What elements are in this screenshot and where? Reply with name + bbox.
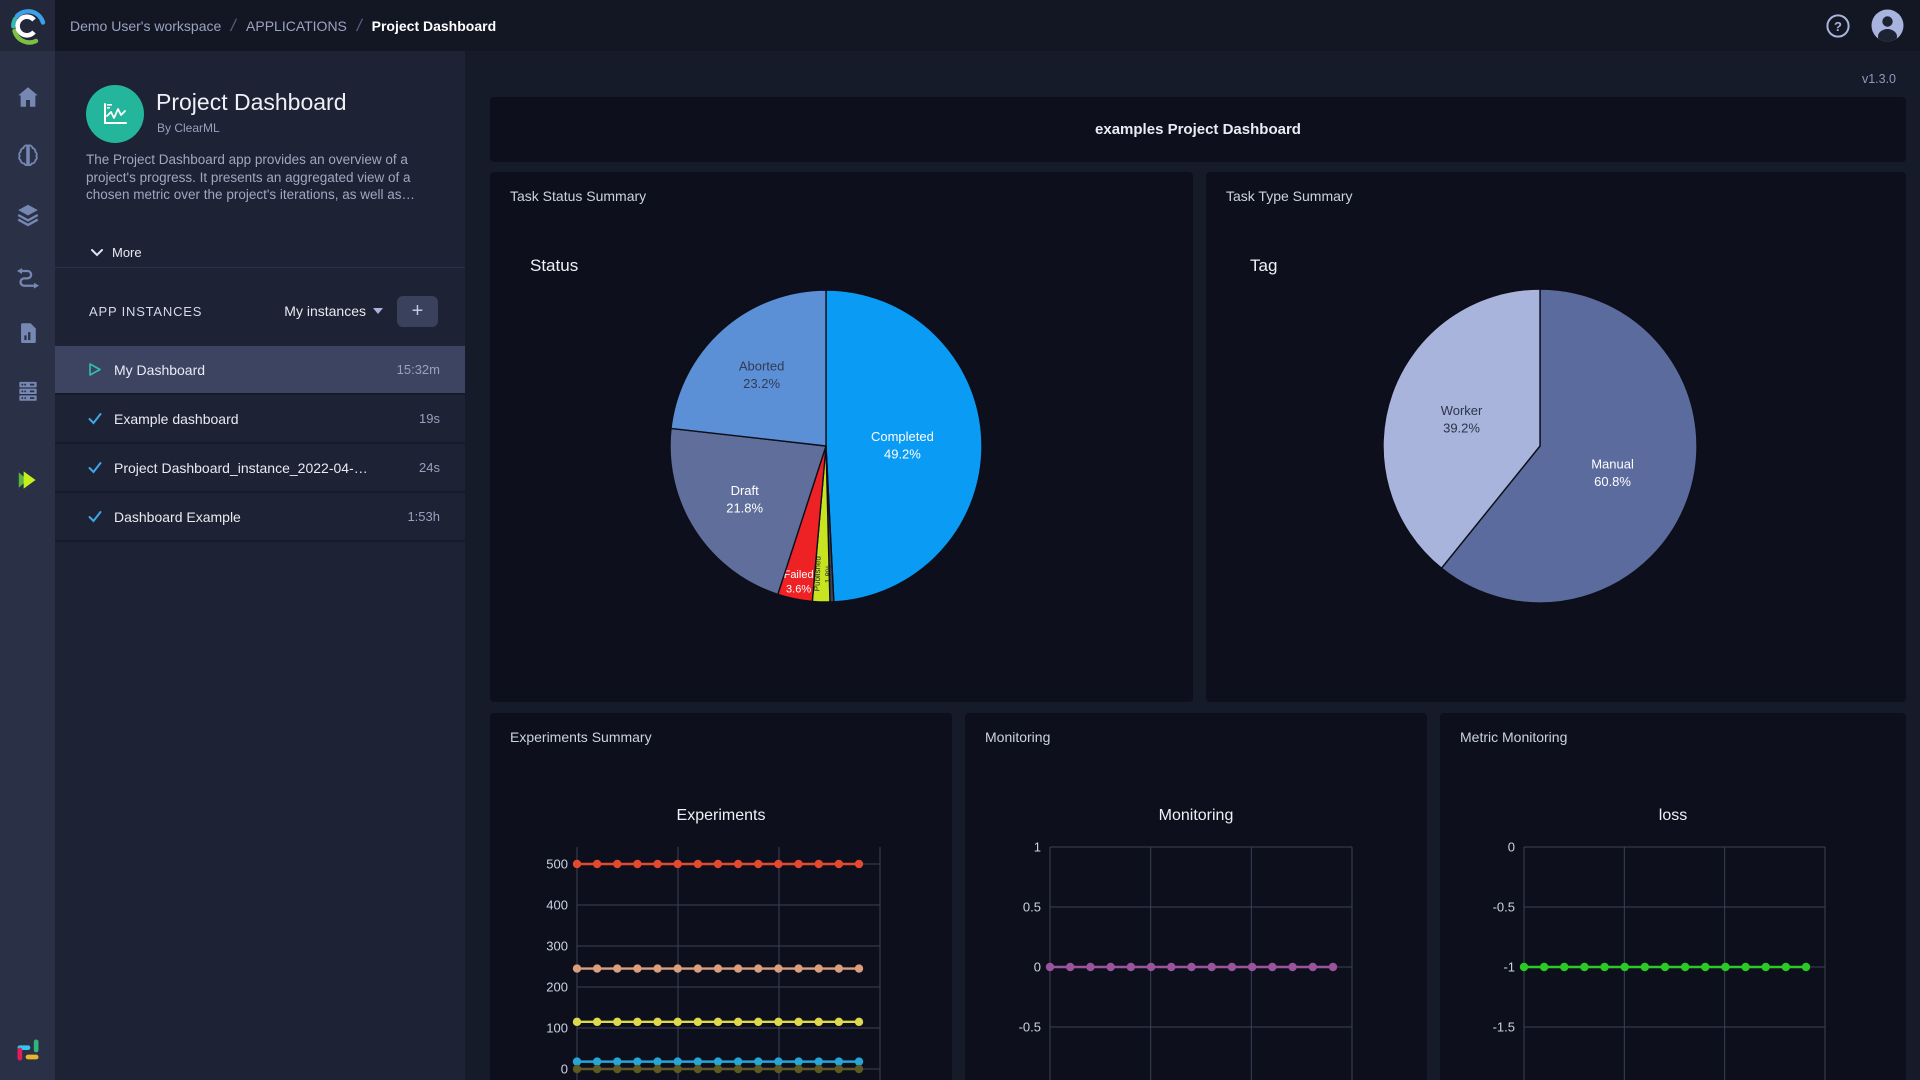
instance-time: 24s	[419, 460, 440, 475]
home-icon[interactable]	[15, 84, 41, 110]
svg-text:100: 100	[546, 1021, 568, 1036]
app-byline: By ClearML	[157, 121, 220, 135]
instance-name: Project Dashboard_instance_2022-04-…	[114, 459, 368, 476]
experiments-line-chart[interactable]: 500 400 300 200 100 0	[490, 833, 952, 1080]
svg-text:0: 0	[1034, 960, 1041, 975]
projects-brain-icon[interactable]	[15, 142, 41, 168]
chevron-down-icon	[91, 248, 103, 256]
instance-row[interactable]: Example dashboard 19s	[55, 395, 465, 444]
line-chart-title: Monitoring	[1158, 807, 1234, 824]
instance-row[interactable]: Project Dashboard_instance_2022-04-… 24s	[55, 444, 465, 493]
svg-text:200: 200	[546, 980, 568, 995]
svg-text:500: 500	[546, 857, 568, 872]
svg-text:300: 300	[546, 939, 568, 954]
more-toggle[interactable]: More	[91, 245, 142, 260]
card-title: Monitoring	[985, 729, 1051, 745]
breadcrumb-applications[interactable]: APPLICATIONS	[246, 18, 347, 34]
card-title: Metric Monitoring	[1460, 729, 1568, 745]
svg-text:400: 400	[546, 898, 568, 913]
add-instance-button[interactable]: +	[397, 295, 438, 327]
app-version: v1.3.0	[1861, 72, 1896, 86]
status-pie-chart[interactable]: Completed 49.2%Published1.8%Failed 3.6%Dra…	[490, 172, 1193, 702]
svg-text:?: ?	[1834, 19, 1842, 34]
topbar-actions: ?	[1825, 0, 1904, 51]
banner-title: examples Project Dashboard	[1095, 121, 1301, 138]
svg-text:0: 0	[561, 1062, 568, 1077]
app-description: The Project Dashboard app provides an ov…	[86, 152, 415, 202]
tag-pie-chart[interactable]: Manual 60.8%Worker 39.2%	[1206, 172, 1906, 702]
applications-icon-active[interactable]	[15, 467, 41, 493]
app-title: Project Dashboard	[156, 89, 347, 115]
clearml-logo[interactable]	[0, 0, 55, 51]
instance-time: 15:32m	[396, 362, 440, 377]
breadcrumb-separator: /	[354, 15, 364, 35]
avatar[interactable]	[1871, 9, 1904, 42]
instance-row[interactable]: My Dashboard 15:32m	[55, 346, 465, 395]
app-chart-glyph-icon	[104, 103, 127, 124]
card-metric-monitoring: Metric Monitoring loss 0 -0.5 -1 -1.5	[1440, 713, 1906, 1080]
svg-text:1: 1	[1034, 840, 1041, 855]
breadcrumb-workspace[interactable]: Demo User's workspace	[70, 18, 221, 34]
completed-check-icon	[88, 462, 102, 474]
instances-header: APP INSTANCES My instances +	[55, 293, 465, 329]
instances-header-label: APP INSTANCES	[89, 303, 203, 319]
panel-divider	[55, 267, 465, 268]
main-content: v1.3.0 examples Project Dashboard Task S…	[465, 51, 1920, 1080]
instances-list: My Dashboard 15:32m Example dashboard 19…	[55, 346, 465, 542]
caret-down-icon	[373, 308, 383, 314]
svg-text:-0.5: -0.5	[1019, 1020, 1041, 1035]
app-icon	[86, 85, 144, 143]
top-bar: Demo User's workspace / APPLICATIONS / P…	[0, 0, 1920, 51]
completed-check-icon	[88, 413, 102, 425]
help-icon[interactable]: ?	[1825, 13, 1851, 39]
svg-text:-1.5: -1.5	[1493, 1020, 1515, 1035]
app-panel: Project Dashboard By ClearML The Project…	[55, 51, 465, 1080]
instances-filter-label: My instances	[284, 303, 366, 319]
breadcrumb: Demo User's workspace / APPLICATIONS / P…	[70, 0, 496, 51]
breadcrumb-current: Project Dashboard	[371, 17, 497, 34]
instance-name: Dashboard Example	[114, 508, 241, 525]
datasets-layers-icon[interactable]	[15, 202, 41, 228]
instance-name: Example dashboard	[114, 410, 239, 427]
monitoring-line-chart[interactable]: 1 0.5 0 -0.5	[965, 833, 1427, 1080]
more-label: More	[112, 245, 142, 260]
svg-text:0.5: 0.5	[1023, 900, 1041, 915]
instance-row[interactable]: Dashboard Example 1:53h	[55, 493, 465, 542]
card-task-status-summary: Task Status Summary Status Completed 49.2…	[490, 172, 1193, 702]
running-play-icon	[89, 363, 101, 376]
instance-name: My Dashboard	[114, 361, 206, 378]
workers-servers-icon[interactable]	[15, 378, 41, 404]
slack-icon[interactable]	[14, 1036, 42, 1064]
dashboard-banner: examples Project Dashboard	[490, 97, 1906, 162]
completed-check-icon	[88, 511, 102, 523]
card-title: Experiments Summary	[510, 729, 652, 745]
instance-time: 19s	[419, 411, 440, 426]
card-task-type-summary: Task Type Summary Tag Manual 60.8% Worker 3…	[1206, 172, 1906, 702]
pipelines-icon[interactable]	[15, 264, 41, 290]
card-monitoring: Monitoring Monitoring 1 0.5 0 -0.5	[965, 713, 1427, 1080]
reports-icon[interactable]	[15, 320, 41, 346]
svg-text:-1: -1	[1503, 960, 1515, 975]
instances-filter-dropdown[interactable]: My instances	[284, 303, 383, 319]
svg-text:0: 0	[1508, 840, 1515, 855]
line-chart-title: Experiments	[676, 807, 766, 824]
instance-time: 1:53h	[407, 509, 440, 524]
svg-text:-0.5: -0.5	[1493, 900, 1515, 915]
loss-line-chart[interactable]: 0 -0.5 -1 -1.5	[1440, 833, 1902, 1080]
line-chart-title: loss	[1658, 807, 1688, 824]
side-rail	[0, 51, 55, 1080]
card-experiments-summary: Experiments Summary Experiments 500 400 30…	[490, 713, 952, 1080]
breadcrumb-separator: /	[229, 15, 239, 35]
clearml-logo-icon	[10, 8, 45, 45]
